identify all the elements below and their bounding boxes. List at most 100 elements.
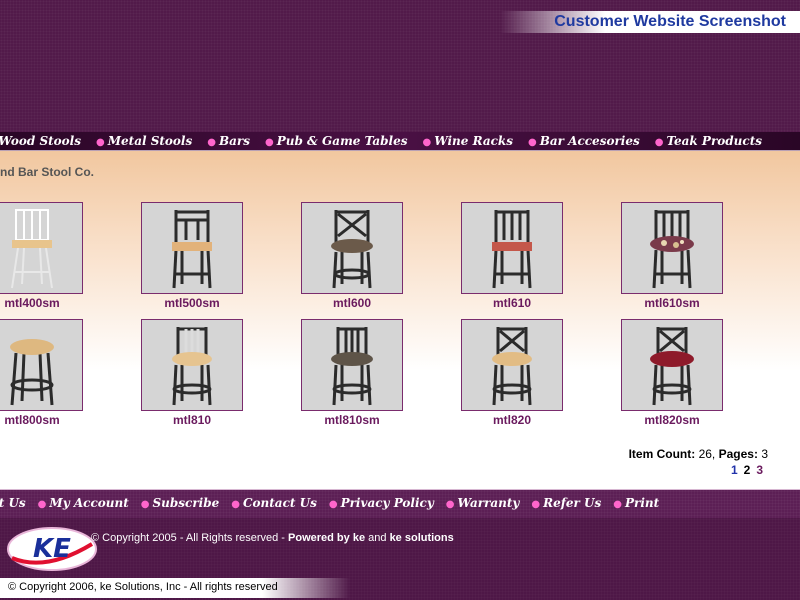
product-card: mtl600 [292,202,412,310]
caption-text: Customer Website Screenshot [554,13,786,30]
nav-wine-racks[interactable]: ● Wine Racks [422,132,513,150]
product-name[interactable]: mtl400sm [0,296,92,310]
stool-image-icon [172,210,212,289]
ke-solutions-link[interactable]: ke solutions [390,532,454,544]
bullet-icon: ● [231,499,240,510]
nav-wood-stools[interactable]: ●Wood Stools [0,132,81,150]
product-name[interactable]: mtl600 [292,296,412,310]
bullet-icon: ● [328,499,338,510]
product-thumbnail[interactable] [141,202,243,294]
nav-pub-game-tables[interactable]: ● Pub & Game Tables [265,132,408,150]
nav-label: Pub & Game Tables [276,134,408,148]
product-name[interactable]: mtl500sm [132,296,252,310]
bnav-about-us[interactable]: out Us [0,494,26,514]
and-text: and [368,532,387,544]
separator: , [711,447,716,461]
product-thumbnail[interactable] [461,319,563,411]
product-card: mtl800sm [0,319,92,427]
product-name[interactable]: mtl610 [452,296,572,310]
pagination: 1 2 3 [731,463,763,477]
nav-label: Teak Products [666,134,762,148]
product-card: mtl610sm [612,202,732,310]
content-area: nd Bar Stool Co. mtl400sm mtl500sm mtl60… [0,151,800,489]
bnav-print[interactable]: ● Print [613,494,659,514]
product-name[interactable]: mtl810 [132,413,252,427]
nav-label: Bars [218,134,250,148]
product-card: mtl400sm [0,202,92,310]
bullet-icon: ● [531,499,541,510]
stool-image-icon [650,210,694,289]
bnav-subscribe[interactable]: ● Subscribe [141,494,219,514]
logo-text: KE [33,534,71,564]
nav-bars[interactable]: ● Bars [207,132,250,150]
product-card: mtl810sm [292,319,412,427]
product-thumbnail[interactable] [301,319,403,411]
bullet-icon: ● [613,499,622,510]
stool-image-icon [492,210,532,289]
bnav-refer-us[interactable]: ● Refer Us [531,494,601,514]
product-card: mtl610 [452,202,572,310]
product-name[interactable]: mtl810sm [292,413,412,427]
nav-bar-accesories[interactable]: ● Bar Accesories [528,132,640,150]
nav-metal-stools[interactable]: ● Metal Stools [96,132,192,150]
stool-image-icon [331,210,373,289]
product-thumbnail[interactable] [141,319,243,411]
product-name[interactable]: mtl800sm [0,413,92,427]
nav-label: Metal Stools [107,134,193,148]
product-thumbnail[interactable] [621,202,723,294]
copyright-2006: © Copyright 2006, ke Solutions, Inc - Al… [8,581,278,593]
product-thumbnail[interactable] [461,202,563,294]
bullet-icon: ● [445,499,455,510]
page-link-3[interactable]: 3 [756,463,763,477]
nav-label: Wood Stools [0,134,81,148]
product-name[interactable]: mtl820 [452,413,572,427]
product-name[interactable]: mtl820sm [612,413,732,427]
page-link-2[interactable]: 2 [744,463,751,477]
nav-label: Wine Racks [434,134,513,148]
item-count-label: Item Count: [628,447,696,461]
screenshot-caption: Customer Website Screenshot [500,11,800,33]
ke-logo-icon: KE [7,527,97,571]
stool-image-icon [650,327,694,406]
bullet-icon: ● [264,137,274,148]
bullet-icon: ● [422,137,432,148]
bullet-icon: ● [37,499,47,510]
page-link-1[interactable]: 1 [731,463,738,477]
bnav-warranty[interactable]: ● Warranty [446,494,520,514]
product-name[interactable]: mtl610sm [612,296,732,310]
pages-label: Pages: [718,447,758,461]
bnav-privacy-policy[interactable]: ● Privacy Policy [329,494,434,514]
product-card: mtl810 [132,319,252,427]
stool-image-icon [331,327,373,406]
nav-label: Contact Us [242,496,317,510]
product-thumbnail[interactable] [301,202,403,294]
product-card: mtl500sm [132,202,252,310]
top-nav: ●Wood Stools ●Metal Stools ●Bars ●Pub & … [0,132,800,151]
nav-label: Privacy Policy [340,496,434,510]
item-count-value: 26 [698,447,712,461]
stool-image-icon [492,327,532,406]
bnav-my-account[interactable]: ● My Account [38,494,129,514]
stool-image-icon [11,209,53,289]
product-thumbnail[interactable] [0,202,83,294]
product-thumbnail[interactable] [0,319,83,411]
nav-label: My Account [49,496,129,510]
nav-label: Bar Accesories [539,134,640,148]
powered-by-ke[interactable]: Powered by ke [288,532,365,544]
page-heading: nd Bar Stool Co. [0,165,94,179]
bullet-icon: ● [140,499,150,510]
nav-label: Refer Us [543,496,602,510]
product-card: mtl820 [452,319,572,427]
powered-by-line: © Copyright 2005 - All Rights reserved -… [91,532,454,544]
nav-label: Print [625,496,660,510]
nav-label: Subscribe [152,496,220,510]
bottom-nav: out Us ●My Account ●Subscribe ●Contact U… [0,489,800,518]
nav-label: out Us [0,496,26,510]
copyright-bar: © Copyright 2006, ke Solutions, Inc - Al… [0,578,350,598]
bnav-contact-us[interactable]: ● Contact Us [231,494,317,514]
product-card: mtl820sm [612,319,732,427]
nav-teak-products[interactable]: ● Teak Products [655,132,762,150]
bullet-icon: ● [654,137,664,148]
stool-image-icon [172,327,212,406]
product-thumbnail[interactable] [621,319,723,411]
